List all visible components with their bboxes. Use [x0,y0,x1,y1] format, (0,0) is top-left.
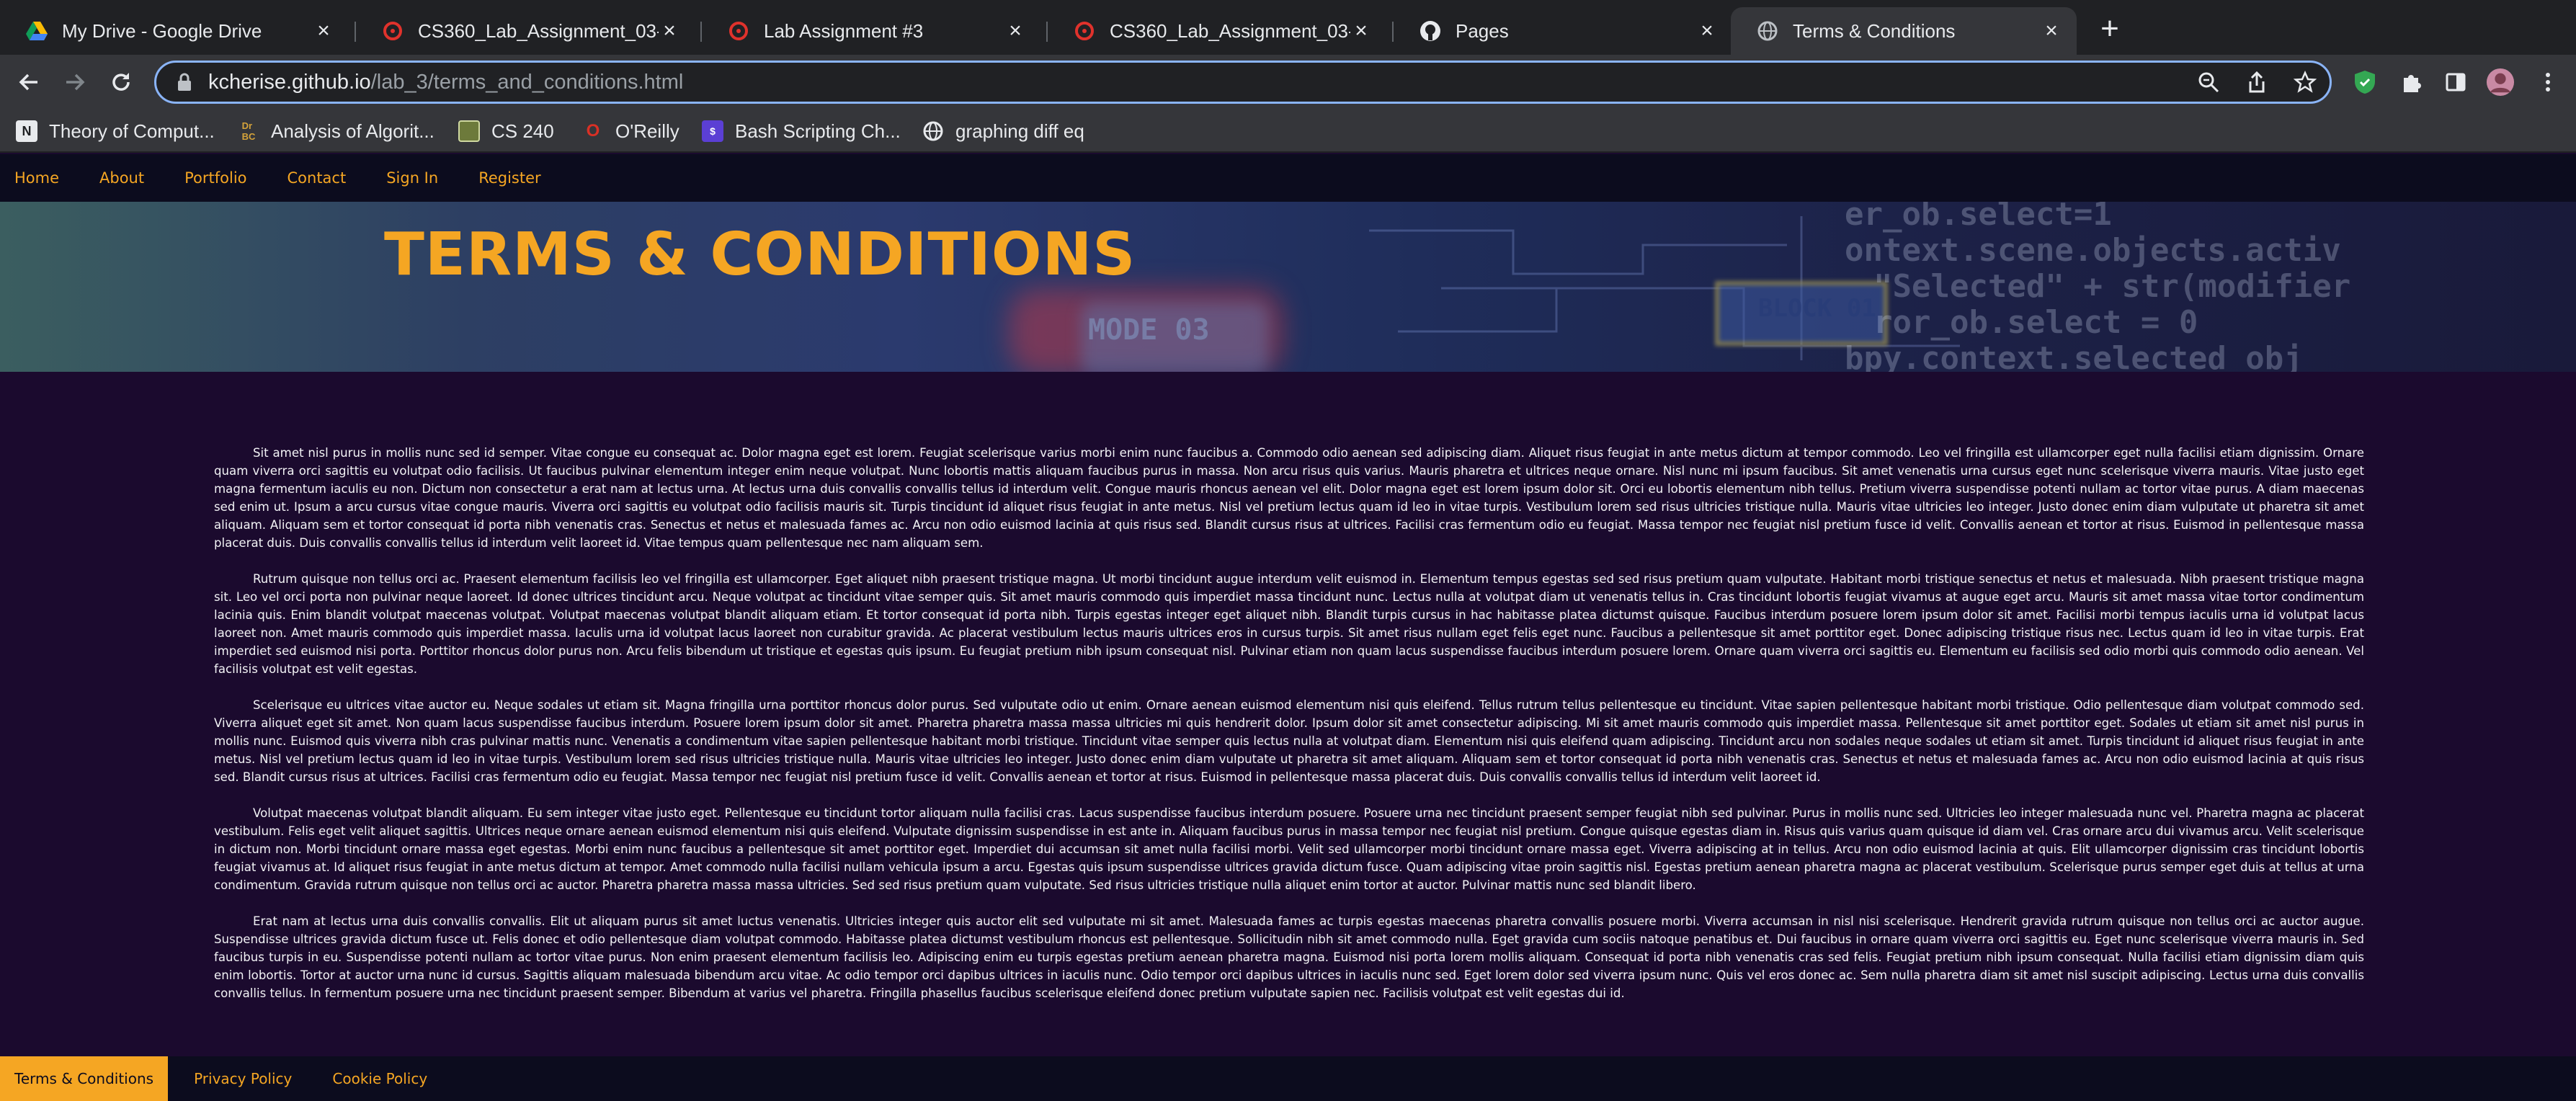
close-icon[interactable]: × [659,19,680,43]
browser-toolbar: kcherise.github.io/lab_3/terms_and_condi… [0,55,2576,110]
bookmark-label: Analysis of Algorit... [271,120,434,142]
avatar[interactable] [2486,68,2515,97]
bookmark-label: O'Reilly [615,120,679,142]
footer-link-privacy[interactable]: Privacy Policy [179,1056,306,1101]
address-bar[interactable]: kcherise.github.io/lab_3/terms_and_condi… [154,61,2332,104]
zoom-icon[interactable] [2197,71,2220,94]
nav-portfolio[interactable]: Portfolio [184,169,246,187]
bookmark-bash-scripting[interactable]: $ Bash Scripting Ch... [702,118,901,144]
github-icon [1420,20,1441,42]
new-tab-button[interactable]: + [2094,13,2126,46]
tab-title: Pages [1456,19,1509,42]
bookmark-star-icon[interactable] [2294,71,2317,94]
dr-bc-icon: Dr BC [241,120,256,142]
footer-link-terms[interactable]: Terms & Conditions [0,1056,169,1101]
lock-icon [178,73,191,91]
bookmark-label: graphing diff eq [955,120,1084,142]
globe-icon [922,120,944,142]
tab-google-drive[interactable]: My Drive - Google Drive × [0,7,349,55]
terms-paragraph: Sit amet nisl purus in mollis nunc sed i… [214,446,2364,550]
cs240-icon [458,120,480,142]
terms-paragraph: Scelerisque eu ultrices vitae auctor eu.… [214,698,2364,784]
nav-home[interactable]: Home [14,169,59,187]
url-host: kcherise.github.io [208,70,371,94]
web-page: Home About Portfolio Contact Sign In Reg… [0,154,2576,1101]
close-icon[interactable]: × [1350,19,1372,43]
browser-tab-strip: My Drive - Google Drive × CS360_Lab_Assi… [0,0,2576,61]
terms-body: Sit amet nisl purus in mollis nunc sed i… [214,444,2364,1020]
terms-paragraph: Rutrum quisque non tellus orci ac. Praes… [214,572,2364,676]
side-panel-icon[interactable] [2441,68,2470,97]
back-button[interactable] [12,65,46,99]
canvas-icon [728,20,749,42]
canvas-icon [1074,20,1095,42]
back-arrow-icon [19,73,37,91]
bookmark-theory-of-computation[interactable]: N Theory of Comput... [16,118,215,144]
footer-link-cookies[interactable]: Cookie Policy [318,1056,442,1101]
bookmark-label: Theory of Comput... [49,120,215,142]
share-icon[interactable] [2246,71,2268,94]
canvas-icon [382,20,404,42]
hero-code-text: MODE 03 [1088,313,1210,347]
bookmark-graphing-diff-eq[interactable]: graphing diff eq [922,118,1084,144]
hero-code-text: ontext.scene.objects.activ [1845,232,2341,269]
close-icon[interactable]: × [1696,19,1718,43]
hero-code-text: bpy.context.selected_obj [1845,340,2303,372]
close-icon[interactable]: × [2041,19,2062,43]
tab-terms-and-conditions[interactable]: Terms & Conditions × [1731,7,2077,55]
bookmark-oreilly[interactable]: O O'Reilly [582,118,679,144]
google-drive-icon [26,20,48,42]
globe-icon [1757,20,1778,42]
forward-arrow-icon [66,73,85,91]
nav-register[interactable]: Register [478,169,540,187]
forward-button[interactable] [58,65,92,99]
bash-icon: $ [702,120,723,142]
nav-contact[interactable]: Contact [288,169,347,187]
reload-icon [112,73,130,91]
tab-github-pages[interactable]: Pages × [1394,7,1732,55]
nav-about[interactable]: About [99,169,144,187]
tab-lab-assignment[interactable]: Lab Assignment #3 × [702,7,1040,55]
hero-banner: MODE 03 BLOCK 01 er_ob.select=1 ontext.s… [0,202,2576,372]
close-icon[interactable]: × [1004,19,1026,43]
extensions-puzzle-icon[interactable] [2397,68,2425,97]
tab-title: Terms & Conditions [1793,19,1956,42]
shield-extension-icon[interactable] [2350,68,2379,97]
bookmark-analysis-of-algorithms[interactable]: Dr BC Analysis of Algorit... [238,118,434,144]
hero-code-text: "Selected" + str(modifier [1873,268,2351,305]
terms-paragraph: Volutpat maecenas volutpat blandit aliqu… [214,806,2364,892]
hero-code-text: ror_ob.select = 0 [1873,304,2198,341]
tab-cs360-assignment[interactable]: CS360_Lab_Assignment_03-1 × [356,7,695,55]
close-icon[interactable]: × [313,19,334,43]
hero-code-text: er_ob.select=1 [1845,202,2112,233]
browser-menu-icon[interactable] [2533,68,2562,97]
bookmark-label: CS 240 [491,120,554,142]
terms-paragraph: Erat nam at lectus urna duis convallis c… [214,914,2364,1000]
tab-title: Lab Assignment #3 [764,19,924,42]
oreilly-icon: O [586,121,600,141]
notion-icon: N [16,120,37,142]
bookmark-cs-240[interactable]: CS 240 [458,118,554,144]
bookmark-label: Bash Scripting Ch... [735,120,901,142]
tab-title: My Drive - Google Drive [62,19,262,42]
site-nav: Home About Portfolio Contact Sign In Reg… [0,154,2576,202]
tab-title: CS360_Lab_Assignment_03-1 [1110,19,1350,42]
hero-code-text: BLOCK 01 [1758,294,1876,323]
site-footer: Terms & Conditions Privacy Policy Cookie… [0,1056,2576,1101]
reload-button[interactable] [104,65,138,99]
url-path: /lab_3/terms_and_conditions.html [370,70,684,94]
nav-sign-in[interactable]: Sign In [386,169,438,187]
tab-cs360-assignment-2[interactable]: CS360_Lab_Assignment_03-1 × [1048,7,1386,55]
bookmarks-bar: N Theory of Comput... Dr BC Analysis of A… [0,110,2576,153]
tab-title: CS360_Lab_Assignment_03-1 [418,19,659,42]
page-title: TERMS & CONDITIONS [384,220,1136,289]
